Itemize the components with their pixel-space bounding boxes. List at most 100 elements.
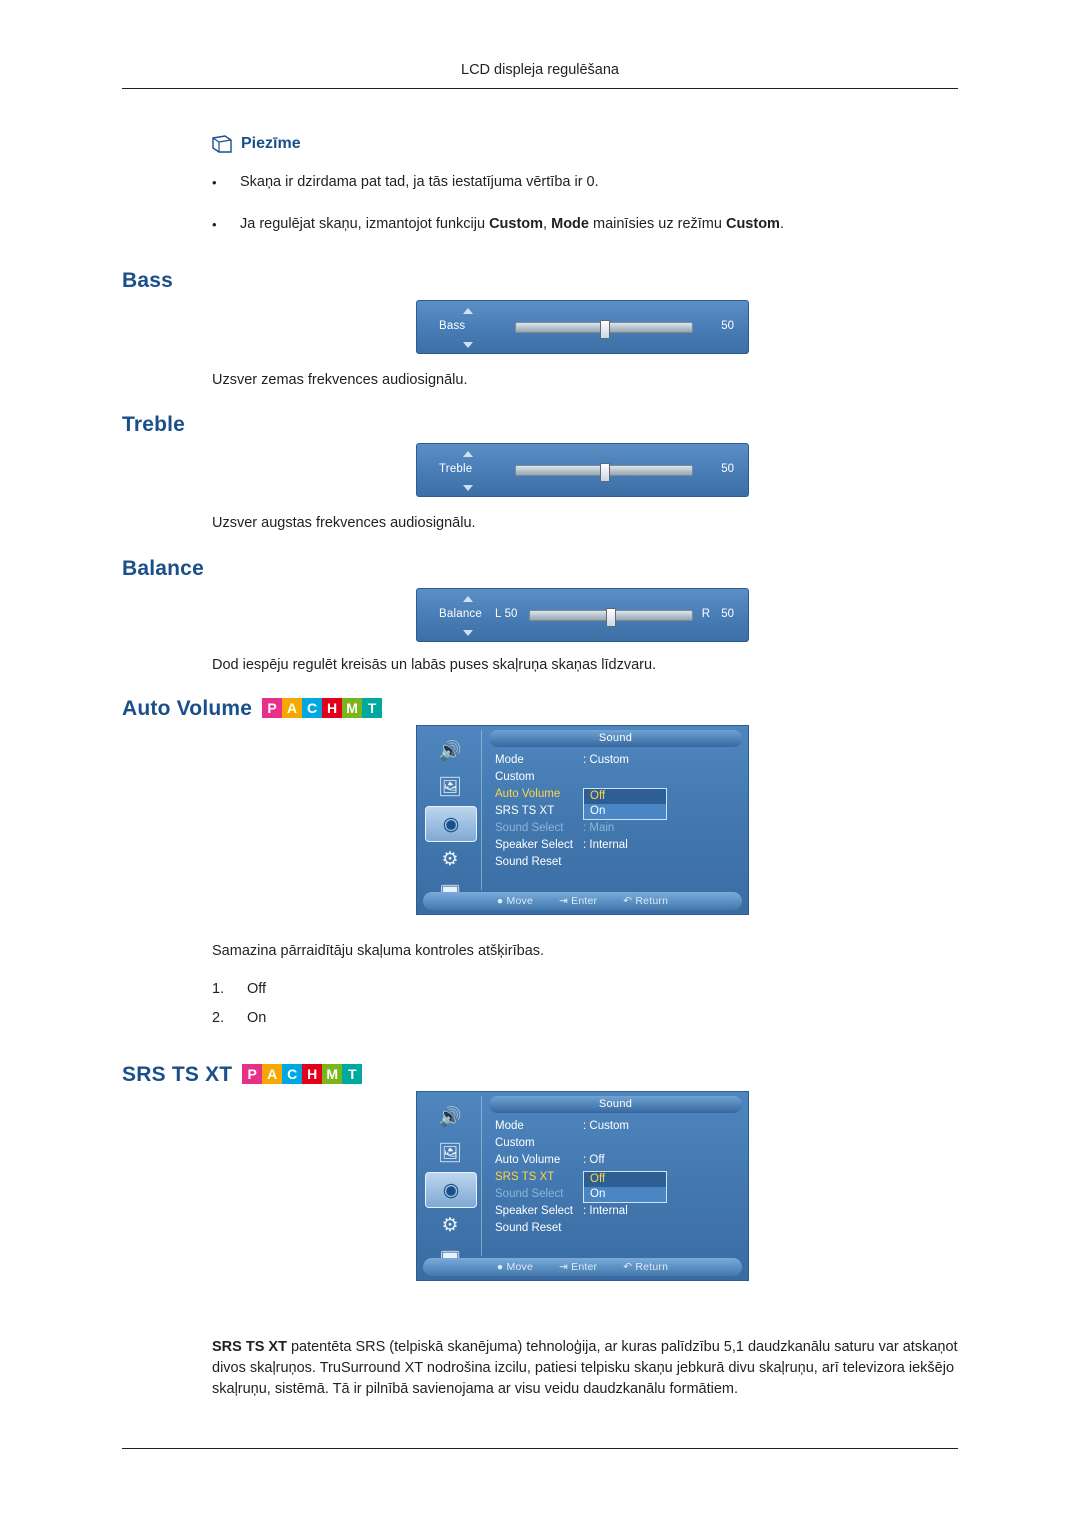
osd-title-sound: Sound <box>489 730 742 747</box>
badge-t: T <box>362 698 383 718</box>
popup-option-off[interactable]: Off <box>584 789 666 804</box>
description-bass: Uzsver zemas frekvences audiosignālu. <box>212 372 468 388</box>
speaker-icon: 🔊 <box>438 1107 462 1128</box>
osd-row-speaker-select[interactable]: Speaker Select: Internal <box>495 1205 742 1220</box>
osd-row-mode[interactable]: Mode: Custom <box>495 1120 742 1135</box>
osd-row-custom[interactable]: Custom <box>495 771 742 786</box>
badge-c: C <box>282 1064 303 1084</box>
osd-row-custom[interactable]: Custom <box>495 1137 742 1152</box>
osd-icon-column: 🔊 🖼 ◉ ⚙ 🖥 <box>423 1096 482 1272</box>
osd-icon-sound[interactable]: ◉ <box>425 1172 477 1208</box>
note-text-pre: Ja regulējat skaņu, izmantojot funkciju <box>240 215 490 232</box>
option-number: 1. <box>212 981 225 997</box>
row-value: : Off <box>583 1154 605 1166</box>
picture-icon: 🖼 <box>437 1143 463 1164</box>
row-key: Sound Reset <box>495 856 562 868</box>
osd-track-balance[interactable] <box>529 608 693 627</box>
description-treble: Uzsver augstas frekvences audiosignālu. <box>212 515 476 531</box>
row-key: SRS TS XT <box>495 805 555 817</box>
setup-icon: ⚙ <box>441 848 459 870</box>
speaker-icon: 🔊 <box>438 741 462 762</box>
osd-track-bass[interactable] <box>515 320 693 339</box>
osd-label-bass: Bass <box>439 320 466 332</box>
note-bold-mode: Mode <box>551 215 589 232</box>
footer-return: ↶ Return <box>623 895 669 907</box>
row-key: Auto Volume <box>495 1154 561 1166</box>
heading-text: Auto Volume <box>122 697 253 720</box>
osd-icon-input[interactable]: 🔊 <box>425 1100 475 1134</box>
osd-icon-column: 🔊 🖼 ◉ ⚙ 🖥 <box>423 730 482 906</box>
osd-icon-picture[interactable]: 🖼 <box>425 770 475 804</box>
note-text-mid2: mainīsies uz režīmu <box>588 215 726 232</box>
badge-p: P <box>242 1064 263 1084</box>
osd-footer-auto-volume: ● Move ⇥ Enter ↶ Return <box>423 892 742 910</box>
osd-knob-bass[interactable] <box>600 320 611 339</box>
osd-slider-treble: Treble 50 <box>416 443 749 497</box>
osd-icon-setup[interactable]: ⚙ <box>425 1208 475 1242</box>
arrow-down-icon <box>463 342 473 348</box>
sound-icon: ◉ <box>442 813 460 835</box>
srs-bold-name: SRS TS XT <box>212 1339 287 1355</box>
row-key: Mode <box>495 754 524 766</box>
osd-knob-treble[interactable] <box>600 463 611 482</box>
note-item: • Skaņa ir dzirdama pat tad, ja tās iest… <box>212 173 784 193</box>
section-heading-bass: Bass <box>122 269 174 292</box>
osd-left-label-balance: L 50 <box>495 608 517 620</box>
osd-slider-bass: Bass 50 <box>416 300 749 354</box>
osd-row-sound-select: Sound Select: Main <box>495 822 742 837</box>
document-page: LCD displeja regulēšana Piezīme • Skaņa … <box>0 0 1080 1527</box>
badge-group-auto-volume: P A C H M T <box>262 698 383 718</box>
page-header: LCD displeja regulēšana <box>461 62 619 78</box>
balance-left-letter: L <box>495 608 502 620</box>
osd-row-mode[interactable]: Mode: Custom <box>495 754 742 769</box>
arrow-up-icon <box>463 308 473 314</box>
arrow-up-icon <box>463 451 473 457</box>
osd-footer-srs: ● Move ⇥ Enter ↶ Return <box>423 1258 742 1276</box>
note-item-text: Skaņa ir dzirdama pat tad, ja tās iestat… <box>240 174 599 190</box>
row-key: Speaker Select <box>495 1205 573 1217</box>
row-key: Auto Volume <box>495 788 561 800</box>
section-heading-srs-ts-xt: SRS TS XT P A C H M T <box>122 1063 363 1087</box>
footer-return-label: Return <box>635 1261 669 1273</box>
list-item: 2. On <box>212 1010 266 1026</box>
osd-row-sound-reset[interactable]: Sound Reset <box>495 856 742 871</box>
picture-icon: 🖼 <box>437 777 463 798</box>
popup-option-on[interactable]: On <box>584 804 666 819</box>
section-heading-balance: Balance <box>122 557 204 580</box>
row-key: Sound Select <box>495 1188 564 1200</box>
osd-slider-balance: Balance L 50 R 50 <box>416 588 749 642</box>
osd-track-treble[interactable] <box>515 463 693 482</box>
osd-row-list-auto-volume: Mode: Custom Custom Auto Volume SRS TS X… <box>495 754 742 873</box>
osd-icon-input[interactable]: 🔊 <box>425 734 475 768</box>
row-value: : Custom <box>583 1120 630 1132</box>
osd-label-treble: Treble <box>439 463 473 475</box>
osd-row-speaker-select[interactable]: Speaker Select: Internal <box>495 839 742 854</box>
osd-right-label-balance: R <box>701 608 710 620</box>
osd-icon-picture[interactable]: 🖼 <box>425 1136 475 1170</box>
popup-option-off[interactable]: Off <box>584 1172 666 1187</box>
osd-menu-srs-ts-xt: Sound 🔊 🖼 ◉ ⚙ 🖥 Mode: Custom Custom Auto… <box>416 1091 749 1281</box>
bullet: • <box>212 175 217 190</box>
footer-move-label: Move <box>506 895 534 907</box>
note-bold-custom: Custom <box>489 215 544 232</box>
badge-p: P <box>262 698 283 718</box>
osd-value-treble: 50 <box>721 463 734 475</box>
description-balance: Dod iespēju regulēt kreisās un labās pus… <box>212 657 657 673</box>
osd-row-sound-reset[interactable]: Sound Reset <box>495 1222 742 1237</box>
bullet: • <box>212 216 217 232</box>
osd-knob-balance[interactable] <box>606 608 617 627</box>
osd-icon-setup[interactable]: ⚙ <box>425 842 475 876</box>
osd-popup-srs[interactable]: Off On <box>583 1171 667 1203</box>
note-list: • Skaņa ir dzirdama pat tad, ja tās iest… <box>212 173 784 234</box>
osd-menu-auto-volume: Sound 🔊 🖼 ◉ ⚙ 🖥 Mode: Custom Custom Auto… <box>416 725 749 915</box>
popup-option-on[interactable]: On <box>584 1187 666 1202</box>
description-srs-ts-xt: SRS TS XT patentēta SRS (telpiskā skanēj… <box>212 1337 962 1400</box>
osd-icon-sound[interactable]: ◉ <box>425 806 477 842</box>
badge-t: T <box>342 1064 363 1084</box>
osd-popup-auto-volume[interactable]: Off On <box>583 788 667 820</box>
osd-row-auto-volume[interactable]: Auto Volume : Off <box>495 1154 742 1169</box>
header-divider <box>122 88 958 89</box>
note-block: Piezīme • Skaņa ir dzirdama pat tad, ja … <box>212 135 784 256</box>
balance-left-value: 50 <box>504 608 518 620</box>
footer-enter-label: Enter <box>571 1261 598 1273</box>
